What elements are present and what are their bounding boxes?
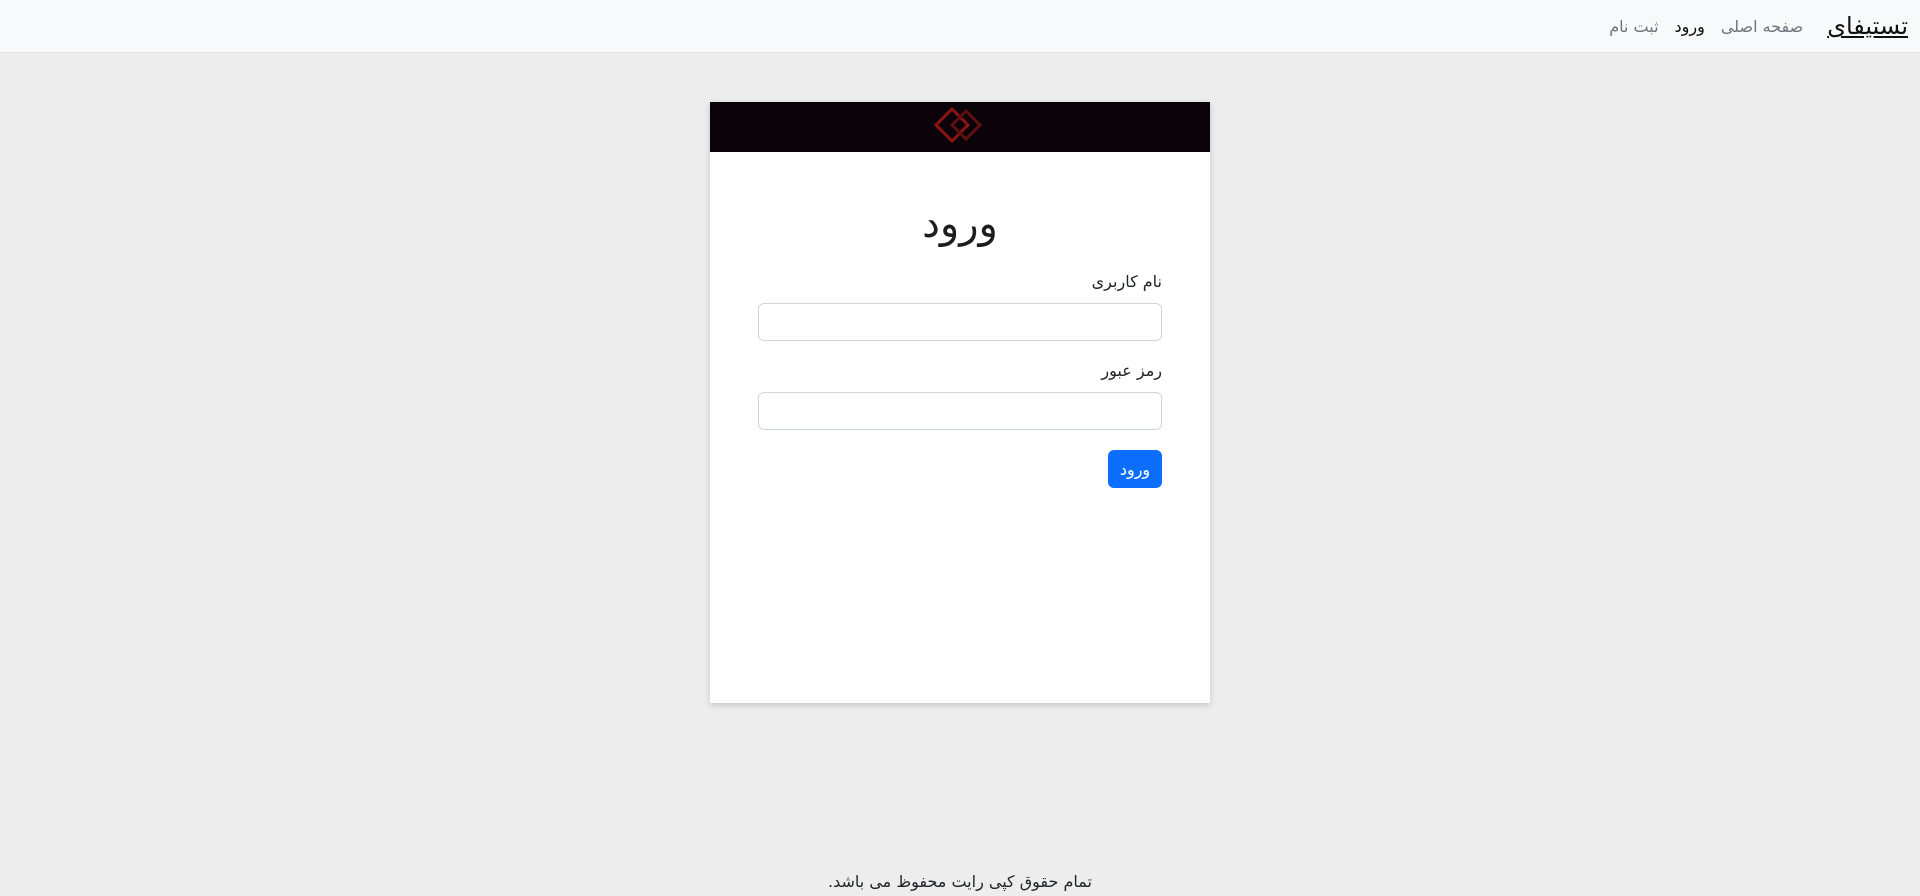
page-title: ورود (922, 201, 998, 247)
footer-copyright: تمام حقوق کپی رایت محفوظ می باشد. (828, 872, 1092, 891)
card-header (710, 102, 1210, 152)
brand-logo-link[interactable]: تستیفای (1827, 12, 1908, 40)
login-form: نام کاربری رمز عبور ورود (758, 272, 1162, 488)
nav-links: صفحه اصلی ورود ثبت نام (1609, 17, 1803, 36)
form-actions: ورود (758, 450, 1162, 488)
login-card: ورود نام کاربری رمز عبور ورود (710, 102, 1210, 703)
nav-link-login[interactable]: ورود (1675, 17, 1705, 36)
username-input[interactable] (758, 303, 1162, 341)
nav-link-register[interactable]: ثبت نام (1609, 17, 1658, 36)
username-label: نام کاربری (1091, 272, 1162, 291)
card-body: ورود نام کاربری رمز عبور ورود (710, 152, 1210, 488)
nav-link-home[interactable]: صفحه اصلی (1721, 17, 1803, 36)
diamond-logo-icon (933, 106, 986, 147)
password-label: رمز عبور (1101, 361, 1162, 380)
login-submit-button[interactable]: ورود (1108, 450, 1162, 488)
top-navbar: تستیفای صفحه اصلی ورود ثبت نام (0, 0, 1920, 53)
password-input[interactable] (758, 392, 1162, 430)
